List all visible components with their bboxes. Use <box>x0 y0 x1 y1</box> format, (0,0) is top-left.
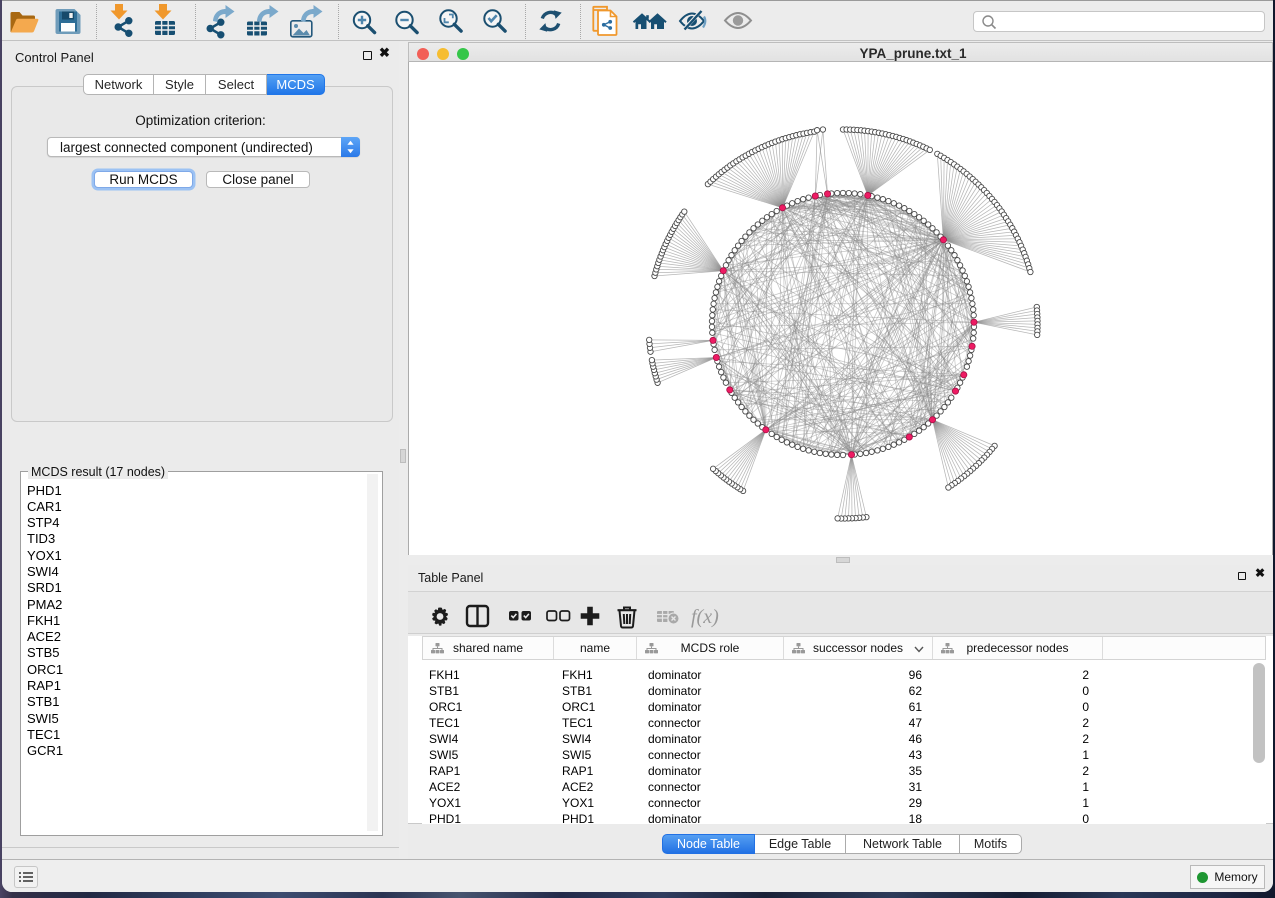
svg-text:f(x): f(x) <box>691 606 719 628</box>
